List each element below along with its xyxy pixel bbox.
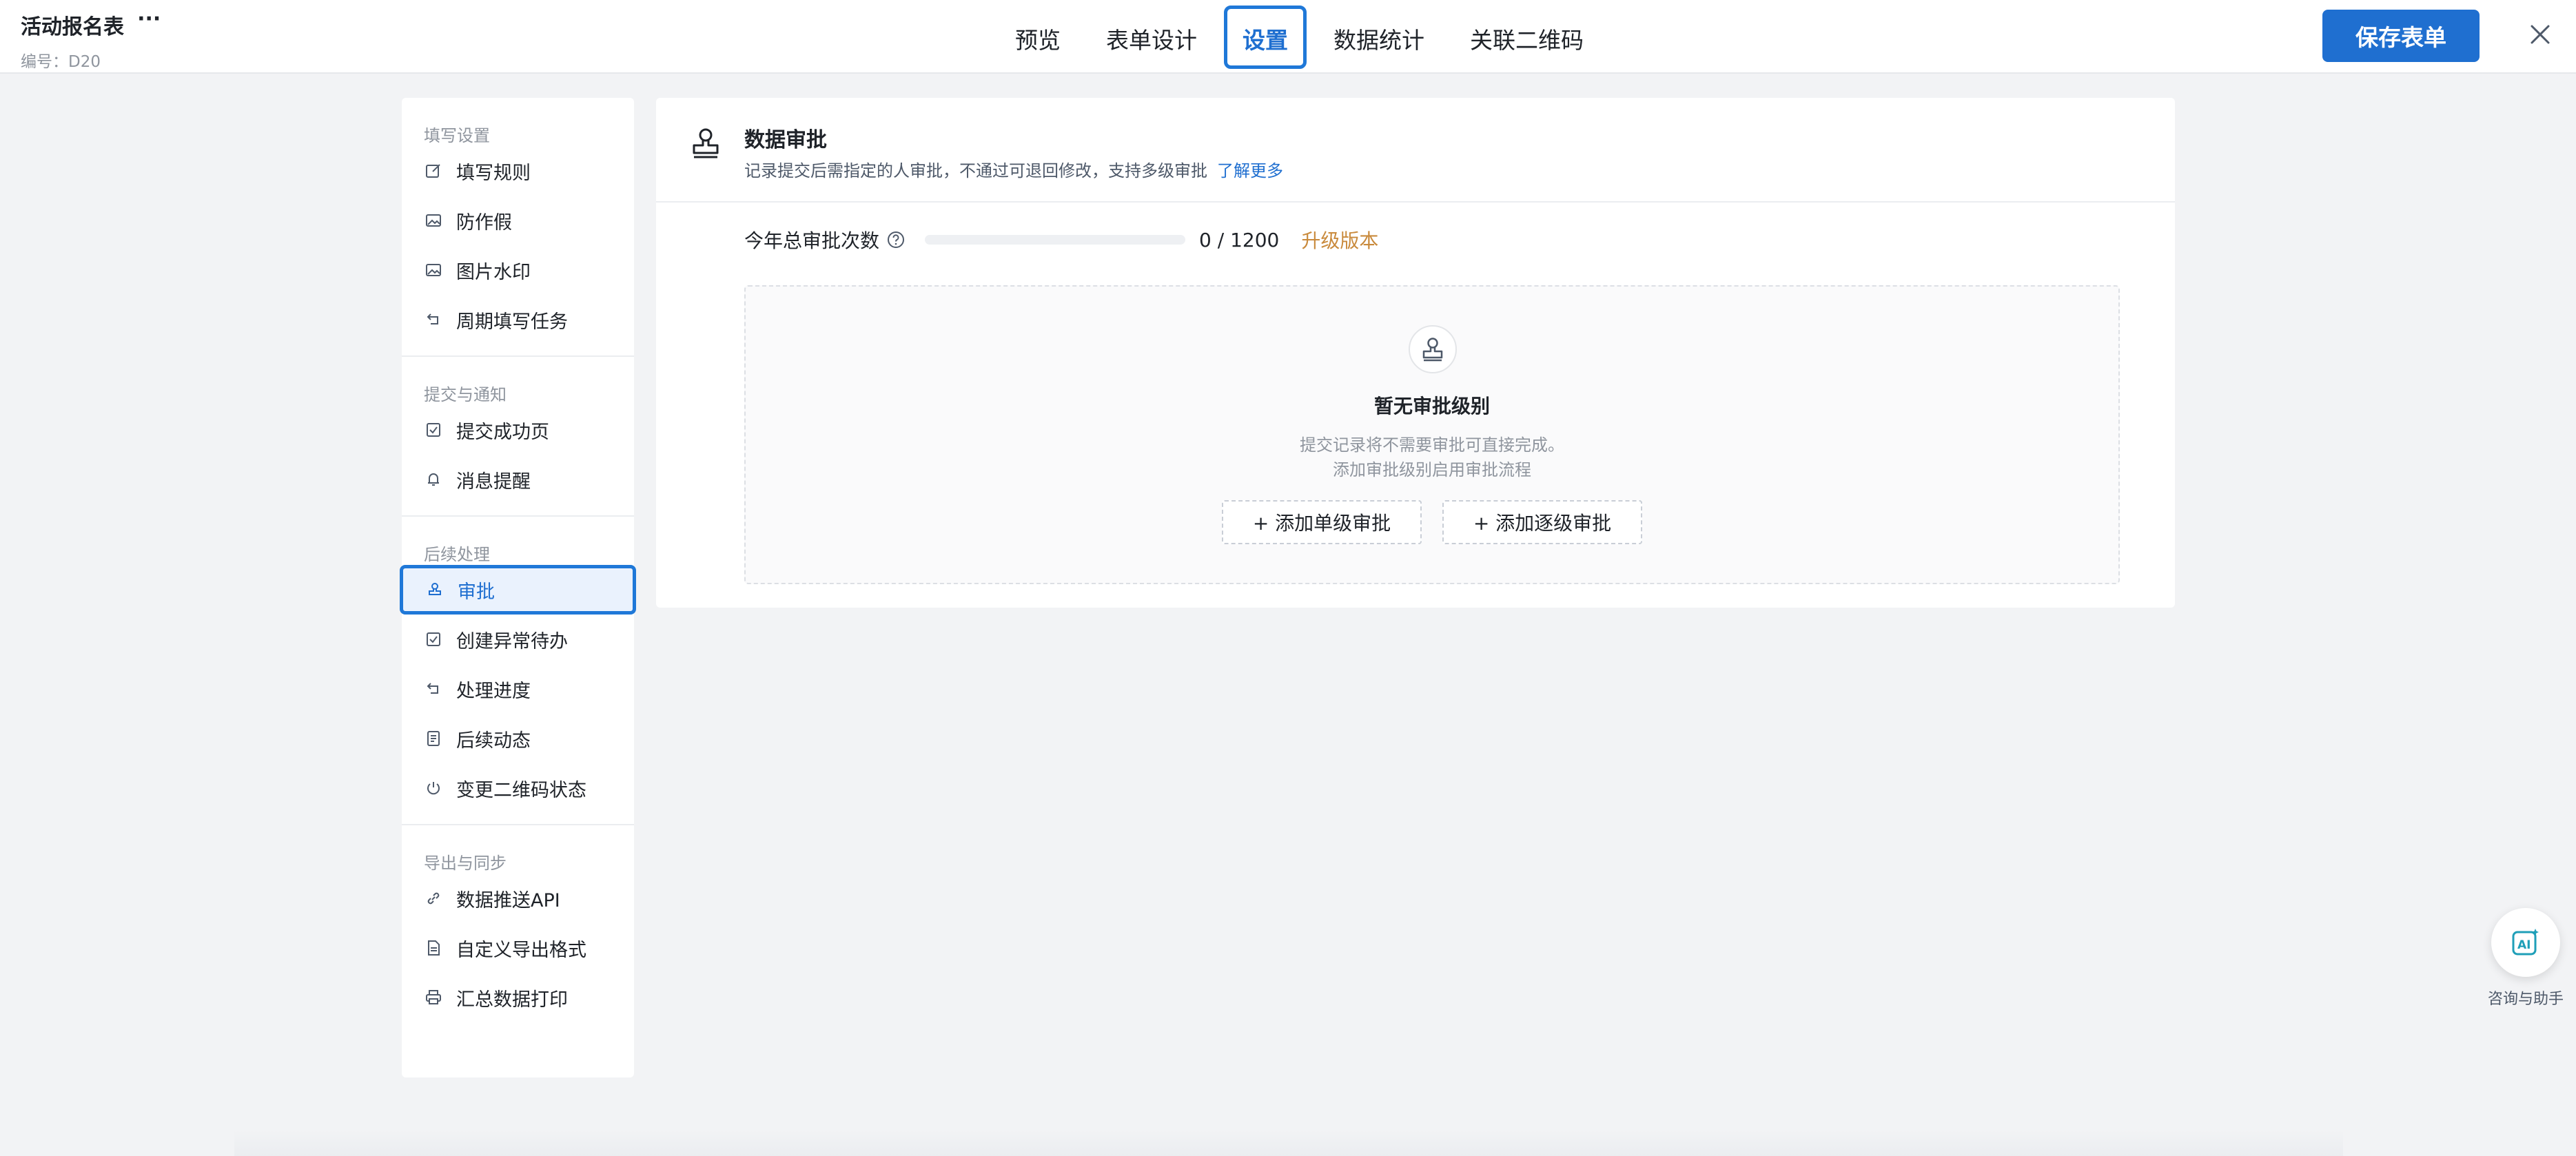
sidebar-item-label: 自定义导出格式 bbox=[456, 939, 586, 961]
top-tabs: 预览 表单设计 设置 数据统计 关联二维码 bbox=[992, 6, 1606, 73]
sidebar-item-label: 处理进度 bbox=[456, 680, 531, 702]
bell-icon bbox=[428, 473, 439, 486]
sidebar-item-message-reminder[interactable]: 消息提醒 bbox=[402, 455, 634, 504]
sidebar-group-post-processing: 后续处理 审批 创建异常待办 处理进度 后续动态 变更二维码状态 bbox=[400, 517, 636, 825]
sidebar-group-title: 填写设置 bbox=[424, 126, 490, 145]
stamp-icon bbox=[693, 128, 719, 158]
sidebar-item-image-watermark[interactable]: 图片水印 bbox=[402, 245, 634, 295]
more-icon[interactable]: ··· bbox=[137, 9, 161, 30]
sidebar-item-label: 填写规则 bbox=[456, 162, 531, 184]
help-icon[interactable] bbox=[886, 230, 906, 249]
stamp-icon bbox=[429, 583, 441, 595]
link-icon bbox=[427, 892, 440, 905]
sidebar-item-follow-up-updates[interactable]: 后续动态 bbox=[402, 714, 634, 763]
sidebar-item-data-push-api[interactable]: 数据推送API bbox=[402, 874, 634, 923]
power-icon bbox=[427, 782, 440, 795]
doc-icon bbox=[427, 731, 440, 746]
empty-state-title: 暂无审批级别 bbox=[1373, 395, 1490, 417]
learn-more-link[interactable]: 了解更多 bbox=[1217, 161, 1283, 180]
tab-settings[interactable]: 设置 bbox=[1224, 6, 1307, 69]
upgrade-version-link[interactable]: 升级版本 bbox=[1301, 226, 1378, 254]
sidebar-item-label: 变更二维码状态 bbox=[456, 779, 586, 801]
close-icon[interactable] bbox=[2525, 19, 2555, 50]
todo-icon bbox=[427, 632, 440, 646]
sidebar-item-custom-export-format[interactable]: 自定义导出格式 bbox=[402, 923, 634, 973]
svg-text:AI: AI bbox=[2517, 938, 2531, 952]
sidebar-item-create-exception-todo[interactable]: 创建异常待办 bbox=[402, 615, 634, 664]
edit-icon bbox=[426, 164, 440, 178]
assistant-label: 咨询与助手 bbox=[2488, 991, 2564, 1008]
image-icon bbox=[426, 264, 441, 276]
sidebar-group-title: 导出与同步 bbox=[424, 854, 507, 873]
empty-state-icon-wrap bbox=[1409, 325, 1457, 373]
tab-preview[interactable]: 预览 bbox=[996, 6, 1079, 69]
sidebar-item-submit-success-page[interactable]: 提交成功页 bbox=[402, 405, 634, 455]
sidebar-item-label: 汇总数据打印 bbox=[456, 989, 568, 1011]
form-title-area: 活动报名表 ··· 编号：D20 bbox=[21, 9, 161, 72]
sidebar-item-label: 防作假 bbox=[456, 211, 512, 234]
quota-count: 0 / 1200 bbox=[1199, 228, 1280, 251]
sidebar-group-title: 提交与通知 bbox=[424, 385, 507, 404]
sidebar-group-submit-notify: 提交与通知 提交成功页 消息提醒 bbox=[402, 357, 634, 517]
sidebar-item-label: 数据推送API bbox=[456, 889, 560, 911]
cycle-icon bbox=[427, 313, 438, 324]
sidebar-item-periodic-task[interactable]: 周期填写任务 bbox=[402, 295, 634, 344]
sidebar-item-label: 后续动态 bbox=[456, 730, 531, 752]
printer-icon bbox=[426, 990, 441, 1004]
ai-icon: AI bbox=[2512, 929, 2539, 956]
check-page-icon bbox=[427, 423, 440, 437]
empty-state-description: 添加审批级别启用审批流程 bbox=[1333, 460, 1531, 479]
empty-state-description: 提交记录将不需要审批可直接完成。 bbox=[1300, 435, 1564, 455]
image-icon bbox=[426, 214, 441, 227]
settings-sidebar: 填写设置 填写规则 防作假 图片水印 周期填写任务 提交与通知 提交成功页 消息… bbox=[400, 98, 636, 1077]
stamp-icon bbox=[1422, 338, 1443, 362]
top-bar: 活动报名表 ··· 编号：D20 预览 表单设计 设置 数据统计 关联二维码 保… bbox=[0, 0, 2576, 74]
form-title: 活动报名表 bbox=[21, 15, 124, 39]
bottom-shadow bbox=[234, 1130, 2343, 1156]
add-single-approval-button[interactable]: + 添加单级审批 bbox=[1222, 500, 1422, 544]
panel-header: 数据审批 记录提交后需指定的人审批，不通过可退回修改，支持多级审批 了解更多 bbox=[656, 98, 2175, 203]
sidebar-group-fill-settings: 填写设置 填写规则 防作假 图片水印 周期填写任务 bbox=[402, 98, 634, 357]
quota-progress-bar bbox=[925, 235, 1186, 245]
add-multi-level-approval-button[interactable]: + 添加逐级审批 bbox=[1442, 500, 1642, 544]
panel-description-text: 记录提交后需指定的人审批，不通过可退回修改，支持多级审批 bbox=[744, 161, 1207, 180]
approval-panel: 数据审批 记录提交后需指定的人审批，不通过可退回修改，支持多级审批 了解更多 今年… bbox=[656, 98, 2175, 608]
sidebar-item-label: 提交成功页 bbox=[456, 421, 549, 443]
form-code: 编号：D20 bbox=[21, 53, 101, 71]
approval-quota: 今年总审批次数 0 / 1200 升级版本 bbox=[744, 225, 1378, 255]
quota-label: 今年总审批次数 bbox=[744, 229, 880, 252]
sidebar-group-export-sync: 导出与同步 数据推送API 自定义导出格式 汇总数据打印 bbox=[402, 825, 634, 1022]
panel-description: 记录提交后需指定的人审批，不通过可退回修改，支持多级审批 了解更多 bbox=[744, 157, 1283, 181]
ai-assistant-button[interactable]: AI 咨询与助手 bbox=[2488, 908, 2564, 1011]
assistant-circle: AI bbox=[2491, 908, 2560, 977]
sidebar-item-label: 消息提醒 bbox=[456, 471, 531, 493]
sidebar-item-label: 创建异常待办 bbox=[456, 630, 568, 652]
tab-form-design[interactable]: 表单设计 bbox=[1087, 6, 1216, 69]
tab-linked-qrcode[interactable]: 关联二维码 bbox=[1451, 6, 1602, 69]
empty-state-actions: + 添加单级审批 + 添加逐级审批 bbox=[746, 500, 2118, 544]
cycle-icon bbox=[427, 683, 438, 694]
sidebar-item-label: 图片水印 bbox=[456, 261, 531, 283]
sidebar-group-title: 后续处理 bbox=[424, 545, 490, 564]
tab-statistics[interactable]: 数据统计 bbox=[1315, 6, 1443, 69]
sidebar-item-change-qrcode-status[interactable]: 变更二维码状态 bbox=[402, 763, 634, 813]
file-icon bbox=[428, 940, 440, 956]
sidebar-item-label: 周期填写任务 bbox=[456, 311, 568, 333]
sidebar-item-fill-rules[interactable]: 填写规则 bbox=[402, 146, 634, 196]
sidebar-item-progress[interactable]: 处理进度 bbox=[402, 664, 634, 714]
sidebar-item-anti-fake[interactable]: 防作假 bbox=[402, 196, 634, 245]
sidebar-item-summary-print[interactable]: 汇总数据打印 bbox=[402, 973, 634, 1022]
approval-empty-state: 暂无审批级别 提交记录将不需要审批可直接完成。 添加审批级别启用审批流程 + 添… bbox=[744, 285, 2120, 584]
save-form-button[interactable]: 保存表单 bbox=[2322, 10, 2480, 62]
sidebar-item-approval[interactable]: 审批 bbox=[400, 565, 636, 615]
panel-title: 数据审批 bbox=[744, 128, 827, 152]
sidebar-item-label: 审批 bbox=[458, 581, 495, 603]
